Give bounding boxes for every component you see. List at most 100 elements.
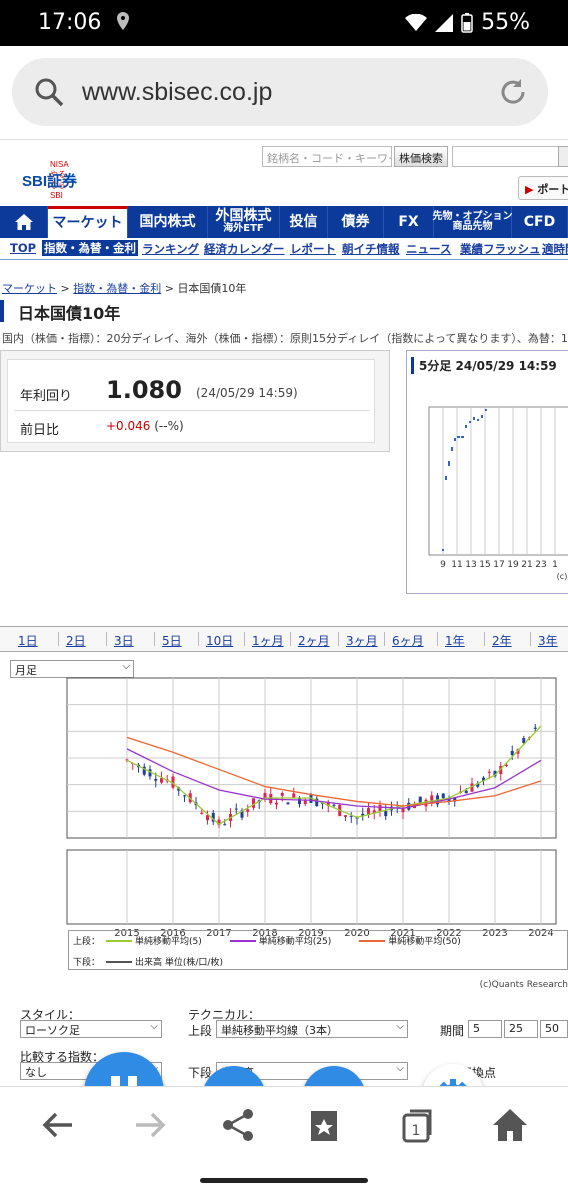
nav-foreign-stock[interactable]: 外国株式 海外ETF xyxy=(208,206,280,238)
address-bar[interactable]: www.sbisec.co.jp xyxy=(12,58,548,126)
breadcrumb-current: 日本国債10年 xyxy=(177,282,247,295)
candle-body xyxy=(332,804,336,806)
period-input-1[interactable]: 5 xyxy=(468,1020,502,1038)
period-tab[interactable]: 3ヶ月 xyxy=(346,632,378,649)
intraday-chart: 9 11 13 15 17 19 21 23 1 (c) xyxy=(428,406,568,581)
change-value: +0.046 (--%) xyxy=(106,419,184,433)
share-icon[interactable] xyxy=(218,1105,258,1145)
nav-cfd[interactable]: CFD xyxy=(512,206,568,238)
portal-button[interactable]: ▶ ポート xyxy=(518,176,568,200)
quote-divider xyxy=(14,410,370,411)
candle-body xyxy=(160,778,163,783)
subnav-calendar[interactable]: 経済カレンダー xyxy=(204,241,285,257)
nav-funds[interactable]: 投信 xyxy=(280,206,328,238)
subnav-index[interactable]: 指数・為替・金利 xyxy=(42,240,138,256)
period-tab[interactable]: 3日 xyxy=(114,632,134,649)
period-tab[interactable]: 10日 xyxy=(206,632,233,649)
bookmark-icon[interactable] xyxy=(304,1105,344,1145)
nav-bonds[interactable]: 債券 xyxy=(328,206,384,238)
chevron-down-icon: ⌵ xyxy=(396,1021,404,1032)
period-tab[interactable]: 6ヶ月 xyxy=(392,632,424,649)
period-label: 期間 xyxy=(440,1024,465,1038)
intraday-chart-panel: 5分足 24/05/29 14:59 9 11 13 15 17 19 21 2… xyxy=(406,350,568,594)
subnav-ranking[interactable]: ランキング xyxy=(142,241,199,257)
intraday-point xyxy=(461,436,464,438)
upper-technical-select[interactable]: 単純移動平均線（3本） ⌵ xyxy=(216,1020,408,1038)
candle-body xyxy=(378,804,382,812)
candle-body xyxy=(344,815,347,817)
intraday-point xyxy=(457,436,460,438)
tabs-icon[interactable]: 1 xyxy=(398,1105,438,1145)
upper-label: 上段 xyxy=(188,1024,213,1038)
period-tabs: 1日 2日 3日 5日 10日 1ヶ月 2ヶ月 3ヶ月 6ヶ月 1年 2年 3年 xyxy=(0,626,568,652)
legend-swatch-ma25 xyxy=(229,939,256,942)
breadcrumb: マーケット > 指数・為替・金利 > 日本国債10年 xyxy=(2,282,247,295)
quote-panel: 年利回り 1.080 (24/05/29 14:59) 前日比 +0.046 (… xyxy=(0,350,390,452)
intraday-x-label: 11 xyxy=(451,560,462,570)
back-icon[interactable] xyxy=(38,1105,78,1145)
intraday-x-label: 13 xyxy=(465,560,476,570)
nav-futures[interactable]: 先物・オプション 商品先物 xyxy=(433,206,513,238)
subnav-top[interactable]: TOP xyxy=(10,241,36,255)
intraday-point xyxy=(477,419,479,421)
secondary-search-button[interactable] xyxy=(558,146,568,167)
nav-domestic-stock[interactable]: 国内株式 xyxy=(128,206,208,238)
breadcrumb-market[interactable]: マーケット xyxy=(2,282,57,295)
intraday-x-label: 17 xyxy=(493,560,504,570)
quote-card: 年利回り 1.080 (24/05/29 14:59) 前日比 +0.046 (… xyxy=(7,359,375,443)
period-tab[interactable]: 2年 xyxy=(492,632,512,649)
candle-body xyxy=(183,795,186,797)
quote-timestamp: (24/05/29 14:59) xyxy=(196,386,298,400)
nav-market[interactable]: マーケット xyxy=(48,206,128,238)
period-divider xyxy=(58,632,59,646)
breadcrumb-index[interactable]: 指数・為替・金利 xyxy=(73,282,161,295)
candle-body xyxy=(510,750,514,756)
period-input-3[interactable]: 50 xyxy=(540,1020,568,1038)
period-divider xyxy=(384,632,385,646)
period-divider xyxy=(106,632,107,646)
subnav-report[interactable]: レポート xyxy=(290,241,336,257)
nav-fx[interactable]: FX xyxy=(384,206,434,238)
home-icon[interactable] xyxy=(490,1105,530,1145)
period-tab[interactable]: 1日 xyxy=(18,632,38,649)
home-nav-button[interactable] xyxy=(0,206,48,238)
period-tab[interactable]: 1年 xyxy=(445,632,465,649)
url-text[interactable]: www.sbisec.co.jp xyxy=(82,78,272,107)
subnav-disclosure[interactable]: 適時開 xyxy=(542,241,568,257)
subnav-earnings[interactable]: 業績フラッシュ xyxy=(460,241,541,257)
intraday-point xyxy=(465,425,467,428)
period-tab[interactable]: 1ヶ月 xyxy=(252,632,284,649)
location-icon xyxy=(117,12,129,30)
period-input-2[interactable]: 25 xyxy=(504,1020,538,1038)
period-tab[interactable]: 2日 xyxy=(66,632,86,649)
battery-icon xyxy=(461,12,473,33)
portal-arrow-icon: ▶ xyxy=(525,183,534,196)
secondary-search-input[interactable] xyxy=(452,146,560,167)
browser-bottom-bar: 1 xyxy=(0,1086,568,1162)
period-tab[interactable]: 5日 xyxy=(162,632,182,649)
period-divider xyxy=(530,632,531,646)
period-tab[interactable]: 3年 xyxy=(538,632,558,649)
candle-body xyxy=(280,792,284,796)
intraday-point xyxy=(451,447,453,451)
chart-copyright: (c)Quants Research xyxy=(479,980,568,990)
svg-text:1: 1 xyxy=(412,1123,421,1139)
yield-value: 1.080 xyxy=(106,376,182,404)
candle-body xyxy=(522,738,526,743)
stock-search-input[interactable]: 銘柄名・コード・キーワード xyxy=(262,146,392,167)
subnav-news[interactable]: ニュース xyxy=(406,241,451,257)
chevron-down-icon: ⌵ xyxy=(150,1021,158,1032)
subnav-morning[interactable]: 朝イチ情報 xyxy=(342,241,400,257)
period-tab[interactable]: 2ヶ月 xyxy=(298,632,330,649)
yield-label: 年利回り xyxy=(20,389,73,404)
style-select[interactable]: ローソク足 ⌵ xyxy=(20,1020,162,1038)
stock-search-button[interactable]: 株価検索 xyxy=(394,146,448,167)
candle-body xyxy=(286,802,290,805)
system-nav-bar xyxy=(0,1162,568,1200)
forward-icon[interactable] xyxy=(130,1105,170,1145)
period-divider xyxy=(437,632,438,646)
sub-nav: TOP 指数・為替・金利 ランキング 経済カレンダー レポート 朝イチ情報 ニュ… xyxy=(0,238,568,260)
candle-body xyxy=(200,812,204,814)
gesture-handle[interactable] xyxy=(200,1178,368,1183)
reload-icon[interactable] xyxy=(498,77,528,107)
